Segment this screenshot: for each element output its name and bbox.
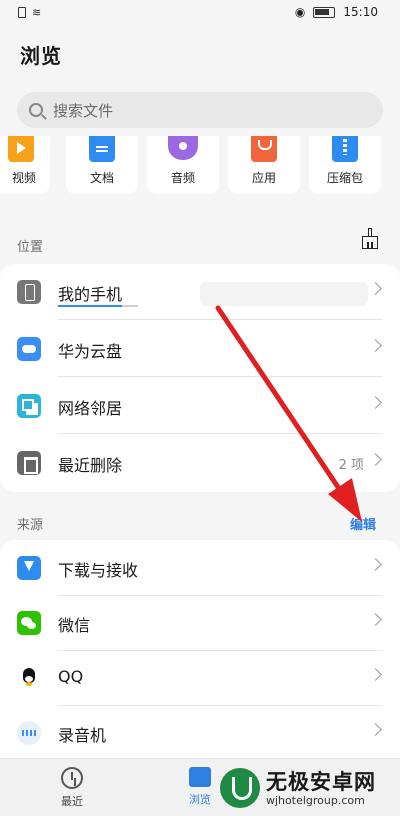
wechat-icon	[17, 611, 41, 635]
location-item-recently-deleted[interactable]: 最近删除 2 项	[0, 435, 400, 491]
storage-progress-bar	[58, 305, 138, 307]
list-item-label: 录音机	[58, 726, 107, 745]
sources-section-title: 来源	[17, 518, 44, 533]
nav-tab-recent[interactable]: 最近	[42, 767, 102, 809]
edit-sources-button[interactable]: 编辑	[350, 514, 376, 533]
status-bar: ≋ ◉ 15:10	[0, 0, 400, 26]
category-label: 视频	[11, 171, 36, 185]
chevron-right-icon	[369, 453, 382, 466]
audio-icon	[168, 136, 198, 160]
watermark-title: 无极安卓网	[266, 770, 376, 794]
chevron-right-icon	[369, 613, 382, 626]
category-audio[interactable]: 音频	[147, 136, 219, 194]
source-item-qq[interactable]: QQ	[0, 650, 400, 706]
search-placeholder: 搜索文件	[53, 101, 114, 120]
category-app[interactable]: 应用	[228, 136, 300, 194]
category-label: 压缩包	[326, 171, 363, 185]
source-item-downloads[interactable]: 下载与接收	[0, 540, 400, 596]
chevron-right-icon	[369, 668, 382, 681]
chevron-right-icon	[369, 558, 382, 571]
category-document[interactable]: 文档	[66, 136, 138, 194]
chevron-right-icon	[369, 723, 382, 736]
document-icon	[89, 136, 115, 162]
sim-icon	[18, 7, 26, 18]
clock-icon	[61, 767, 83, 789]
site-watermark: 无极安卓网 wjhotelgroup.com	[220, 766, 396, 814]
storage-progress-fill	[58, 305, 122, 307]
list-item-label: 下载与接收	[58, 561, 139, 580]
category-label: 文档	[89, 171, 114, 185]
network-icon	[17, 394, 41, 418]
recorder-icon	[17, 721, 41, 745]
location-section-title: 位置	[17, 240, 44, 255]
category-video[interactable]: 视频	[0, 136, 50, 194]
category-label: 应用	[251, 171, 276, 185]
chevron-right-icon	[369, 339, 382, 352]
item-count: 2 项	[338, 458, 364, 473]
phone-icon	[17, 280, 41, 304]
search-icon	[29, 103, 43, 117]
list-item-label: 我的手机	[58, 285, 123, 304]
list-item-label: 华为云盘	[58, 342, 123, 361]
nav-tab-label: 浏览	[189, 793, 211, 806]
eye-comfort-icon: ◉	[294, 5, 306, 19]
location-item-huawei-cloud[interactable]: 华为云盘	[0, 321, 400, 377]
download-icon	[17, 556, 41, 580]
location-list: 我的手机 华为云盘 网络邻居 最近删除 2 项	[0, 264, 400, 492]
battery-icon	[313, 6, 336, 18]
video-icon	[8, 136, 34, 162]
redacted-area	[200, 282, 368, 306]
clean-storage-icon[interactable]	[360, 228, 380, 250]
source-item-recorder[interactable]: 录音机	[0, 705, 400, 761]
source-item-wechat[interactable]: 微信	[0, 595, 400, 651]
watermark-logo-icon	[220, 768, 260, 808]
folder-icon	[189, 767, 211, 787]
cloud-icon	[17, 337, 41, 361]
trash-icon	[17, 451, 41, 475]
list-item-label: 网络邻居	[58, 399, 123, 418]
sources-list: 下载与接收 微信 QQ 录音机	[0, 540, 400, 760]
page-title: 浏览	[20, 44, 62, 68]
list-item-label: QQ	[58, 667, 84, 686]
list-item-label: 微信	[58, 616, 91, 635]
archive-icon	[332, 136, 358, 162]
nav-tab-label: 最近	[61, 795, 83, 808]
chevron-right-icon	[369, 282, 382, 295]
file-manager-screen: ≋ ◉ 15:10 浏览 搜索文件 视频 文档 音频 应用 压缩包 位置 我的手…	[0, 0, 400, 816]
qq-icon	[17, 666, 41, 690]
location-item-network-neighbors[interactable]: 网络邻居	[0, 378, 400, 434]
category-strip: 视频 文档 音频 应用 压缩包	[0, 136, 400, 194]
location-item-my-phone[interactable]: 我的手机	[0, 264, 400, 320]
status-time: 15:10	[343, 5, 378, 19]
search-input[interactable]: 搜索文件	[17, 92, 383, 128]
chevron-right-icon	[369, 396, 382, 409]
watermark-url: wjhotelgroup.com	[266, 794, 365, 807]
app-icon	[251, 136, 277, 162]
list-item-label: 最近删除	[58, 456, 123, 475]
wifi-icon: ≋	[32, 6, 42, 19]
category-label: 音频	[170, 171, 195, 185]
category-archive[interactable]: 压缩包	[309, 136, 381, 194]
